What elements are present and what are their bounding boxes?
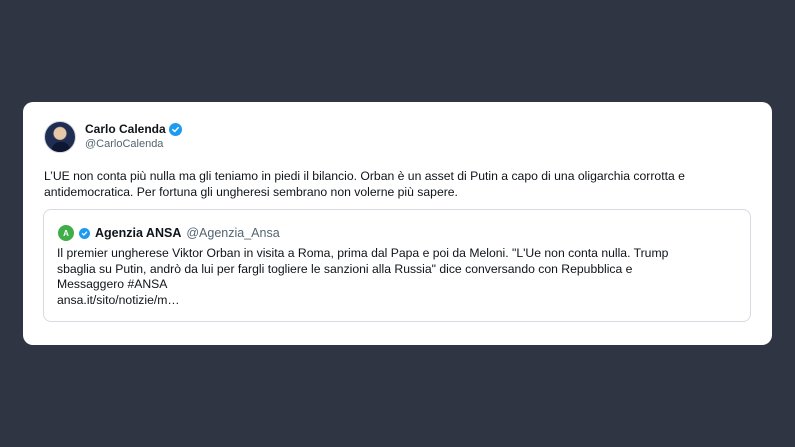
quoted-text-line: sbaglia su Putin, andrò da lui per fargl… — [57, 261, 633, 276]
tweet-text: L’UE non conta più nulla ma gli teniamo … — [44, 168, 744, 200]
quoted-verified-badge-icon — [79, 227, 90, 239]
quoted-author-display-name[interactable]: Agenzia ANSA — [95, 226, 181, 240]
quoted-link[interactable]: ansa.it/sito/notizie/m… — [57, 293, 737, 309]
ansa-logo-icon: A — [58, 225, 74, 241]
quoted-text-line: Messaggero #ANSA — [57, 277, 168, 291]
ansa-logo-text: A — [63, 228, 69, 238]
quoted-text-line: Il premier ungherese Viktor Orban in vis… — [57, 246, 669, 260]
tweet-card: Carlo Calenda @CarloCalenda L’UE non con… — [23, 102, 772, 345]
author-info: Carlo Calenda @CarloCalenda — [85, 122, 182, 152]
avatar[interactable] — [44, 121, 76, 153]
tweet-header: Carlo Calenda @CarloCalenda — [44, 121, 182, 153]
quoted-tweet[interactable]: A Agenzia ANSA @Agenzia_Ansa Il premier … — [43, 209, 751, 322]
tweet-text-line: L’UE non conta più nulla ma gli teniamo … — [44, 169, 685, 183]
author-display-name[interactable]: Carlo Calenda — [85, 122, 166, 137]
quoted-tweet-text: Il premier ungherese Viktor Orban in vis… — [57, 246, 737, 308]
verified-badge-icon — [168, 123, 182, 136]
author-name-row: Carlo Calenda — [85, 122, 182, 137]
tweet-text-line: antidemocratica. Per fortuna gli unghere… — [44, 185, 458, 199]
quoted-tweet-header: A Agenzia ANSA @Agenzia_Ansa — [58, 225, 280, 241]
author-handle[interactable]: @CarloCalenda — [85, 137, 182, 152]
quoted-author-handle[interactable]: @Agenzia_Ansa — [186, 226, 279, 240]
